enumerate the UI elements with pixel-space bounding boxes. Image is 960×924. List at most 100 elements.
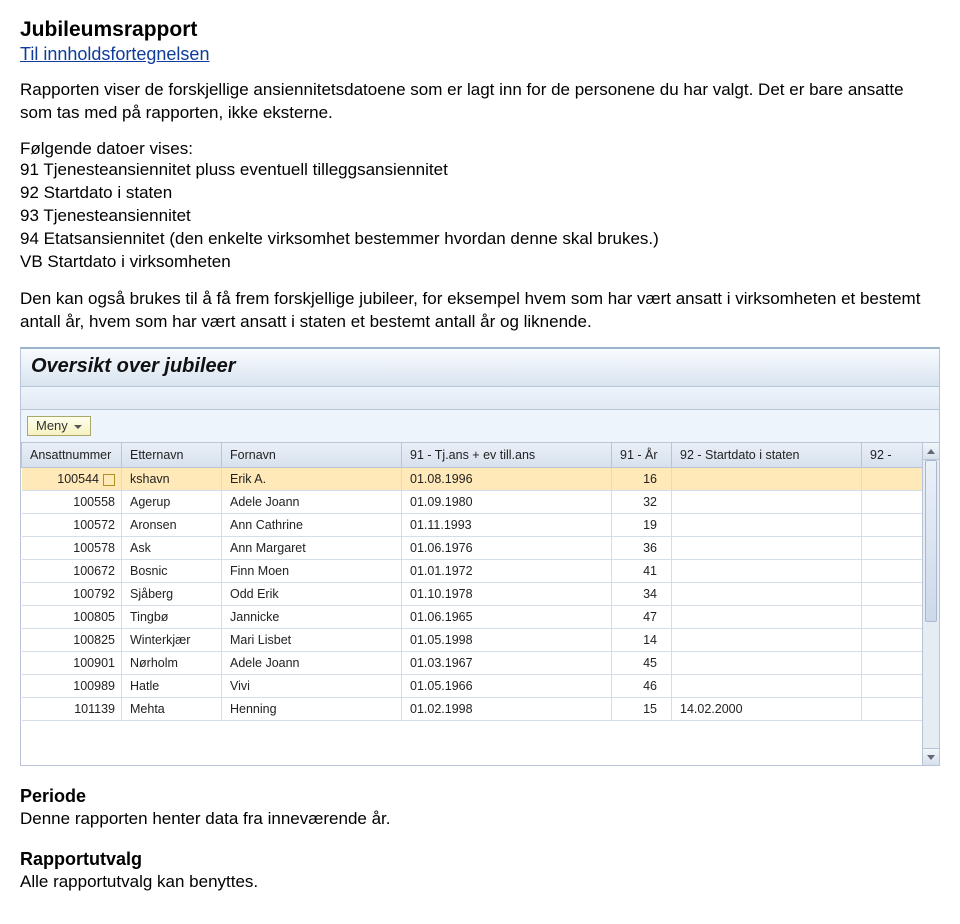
cell-92-date: [672, 560, 862, 583]
table-row[interactable]: 100825WinterkjærMari Lisbet01.05.199814: [22, 629, 939, 652]
table-row[interactable]: 100572AronsenAnn Cathrine01.11.199319: [22, 514, 939, 537]
cell-fornavn: Erik A.: [222, 468, 402, 491]
table-row[interactable]: 100805TingbøJannicke01.06.196547: [22, 606, 939, 629]
intro-paragraph: Rapporten viser de forskjellige ansienni…: [20, 79, 940, 125]
data-grid: Ansattnummer Etternavn Fornavn 91 - Tj.a…: [21, 442, 939, 765]
cell-ansattnummer: 100792: [22, 583, 122, 606]
triangle-up-icon: [927, 449, 935, 454]
cell-ansattnummer: 100805: [22, 606, 122, 629]
cell-ansattnummer: 101139: [22, 698, 122, 721]
table-row[interactable]: 100558AgerupAdele Joann01.09.198032: [22, 491, 939, 514]
app-toolbar: [21, 387, 939, 410]
sap-panel: Oversikt over jubileer Meny Ansattnummer…: [20, 347, 940, 766]
vertical-scrollbar[interactable]: [922, 443, 939, 765]
rapportutvalg-heading: Rapportutvalg: [20, 849, 940, 870]
cell-ansattnummer: 100989: [22, 675, 122, 698]
scroll-down-button[interactable]: [923, 748, 939, 765]
cell-ansattnummer: 100558: [22, 491, 122, 514]
col-fornavn[interactable]: Fornavn: [222, 443, 402, 468]
dates-intro: Følgende datoer vises:: [20, 139, 940, 159]
cell-91-ar: 32: [612, 491, 672, 514]
cell-etternavn: Hatle: [122, 675, 222, 698]
cell-92-date: [672, 652, 862, 675]
edit-icon: [103, 474, 115, 486]
col-91[interactable]: 91 - Tj.ans + ev till.ans: [402, 443, 612, 468]
cell-92-date: [672, 629, 862, 652]
cell-etternavn: Aronsen: [122, 514, 222, 537]
col-91-ar[interactable]: 91 - År: [612, 443, 672, 468]
cell-fornavn: Adele Joann: [222, 652, 402, 675]
cell-92-date: [672, 583, 862, 606]
cell-etternavn: Agerup: [122, 491, 222, 514]
date-92: 92 Startdato i staten: [20, 182, 940, 205]
cell-91-ar: 46: [612, 675, 672, 698]
cell-91-ar: 19: [612, 514, 672, 537]
cell-etternavn: Ask: [122, 537, 222, 560]
cell-92-date: [672, 514, 862, 537]
cell-etternavn: Sjåberg: [122, 583, 222, 606]
cell-fornavn: Adele Joann: [222, 491, 402, 514]
cell-91-ar: 16: [612, 468, 672, 491]
cell-92-date: [672, 537, 862, 560]
menu-button[interactable]: Meny: [27, 416, 91, 436]
chevron-down-icon: [74, 425, 82, 429]
cell-fornavn: Finn Moen: [222, 560, 402, 583]
cell-91-ar: 45: [612, 652, 672, 675]
cell-91-ar: 34: [612, 583, 672, 606]
triangle-down-icon: [927, 755, 935, 760]
table-row[interactable]: 100901NørholmAdele Joann01.03.196745: [22, 652, 939, 675]
table-row[interactable]: 100672BosnicFinn Moen01.01.197241: [22, 560, 939, 583]
cell-etternavn: Tingbø: [122, 606, 222, 629]
table-row[interactable]: 100578AskAnn Margaret01.06.197636: [22, 537, 939, 560]
cell-fornavn: Vivi: [222, 675, 402, 698]
col-ansattnummer[interactable]: Ansattnummer: [22, 443, 122, 468]
col-92[interactable]: 92 - Startdato i staten: [672, 443, 862, 468]
table-row[interactable]: 100544kshavnErik A.01.08.199616: [22, 468, 939, 491]
cell-91-date: 01.06.1965: [402, 606, 612, 629]
cell-ansattnummer: 100672: [22, 560, 122, 583]
cell-ansattnummer: 100825: [22, 629, 122, 652]
table-row[interactable]: 100989HatleVivi01.05.196646: [22, 675, 939, 698]
table-row[interactable]: 101139MehtaHenning01.02.19981514.02.2000: [22, 698, 939, 721]
date-93: 93 Tjenesteansiennitet: [20, 205, 940, 228]
cell-ansattnummer: 100572: [22, 514, 122, 537]
col-etternavn[interactable]: Etternavn: [122, 443, 222, 468]
cell-fornavn: Henning: [222, 698, 402, 721]
date-94: 94 Etatsansiennitet (den enkelte virksom…: [20, 228, 940, 251]
cell-91-date: 01.10.1978: [402, 583, 612, 606]
table-row[interactable]: 100792SjåbergOdd Erik01.10.197834: [22, 583, 939, 606]
cell-fornavn: Ann Margaret: [222, 537, 402, 560]
cell-91-ar: 47: [612, 606, 672, 629]
toc-link[interactable]: Til innholdsfortegnelsen: [20, 44, 209, 64]
date-91: 91 Tjenesteansiennitet pluss eventuell t…: [20, 159, 940, 182]
cell-etternavn: Winterkjær: [122, 629, 222, 652]
cell-91-date: 01.01.1972: [402, 560, 612, 583]
cell-92-date: [672, 675, 862, 698]
usage-paragraph: Den kan også brukes til å få frem forskj…: [20, 288, 940, 334]
cell-91-ar: 41: [612, 560, 672, 583]
cell-ansattnummer: 100578: [22, 537, 122, 560]
cell-fornavn: Mari Lisbet: [222, 629, 402, 652]
cell-fornavn: Ann Cathrine: [222, 514, 402, 537]
cell-fornavn: Jannicke: [222, 606, 402, 629]
cell-91-date: 01.09.1980: [402, 491, 612, 514]
menu-button-label: Meny: [36, 418, 68, 433]
cell-91-ar: 15: [612, 698, 672, 721]
periode-heading: Periode: [20, 786, 940, 807]
cell-91-date: 01.02.1998: [402, 698, 612, 721]
cell-etternavn: Mehta: [122, 698, 222, 721]
cell-ansattnummer: 100901: [22, 652, 122, 675]
cell-etternavn: kshavn: [122, 468, 222, 491]
periode-text: Denne rapporten henter data fra innevære…: [20, 809, 940, 829]
page-title: Jubileumsrapport: [20, 18, 940, 42]
cell-92-date: 14.02.2000: [672, 698, 862, 721]
cell-91-date: 01.08.1996: [402, 468, 612, 491]
cell-ansattnummer: 100544: [22, 468, 122, 491]
date-vb: VB Startdato i virksomheten: [20, 251, 940, 274]
scroll-up-button[interactable]: [923, 443, 939, 460]
scroll-thumb[interactable]: [925, 460, 937, 622]
cell-91-ar: 36: [612, 537, 672, 560]
cell-fornavn: Odd Erik: [222, 583, 402, 606]
cell-91-date: 01.05.1998: [402, 629, 612, 652]
cell-92-date: [672, 491, 862, 514]
